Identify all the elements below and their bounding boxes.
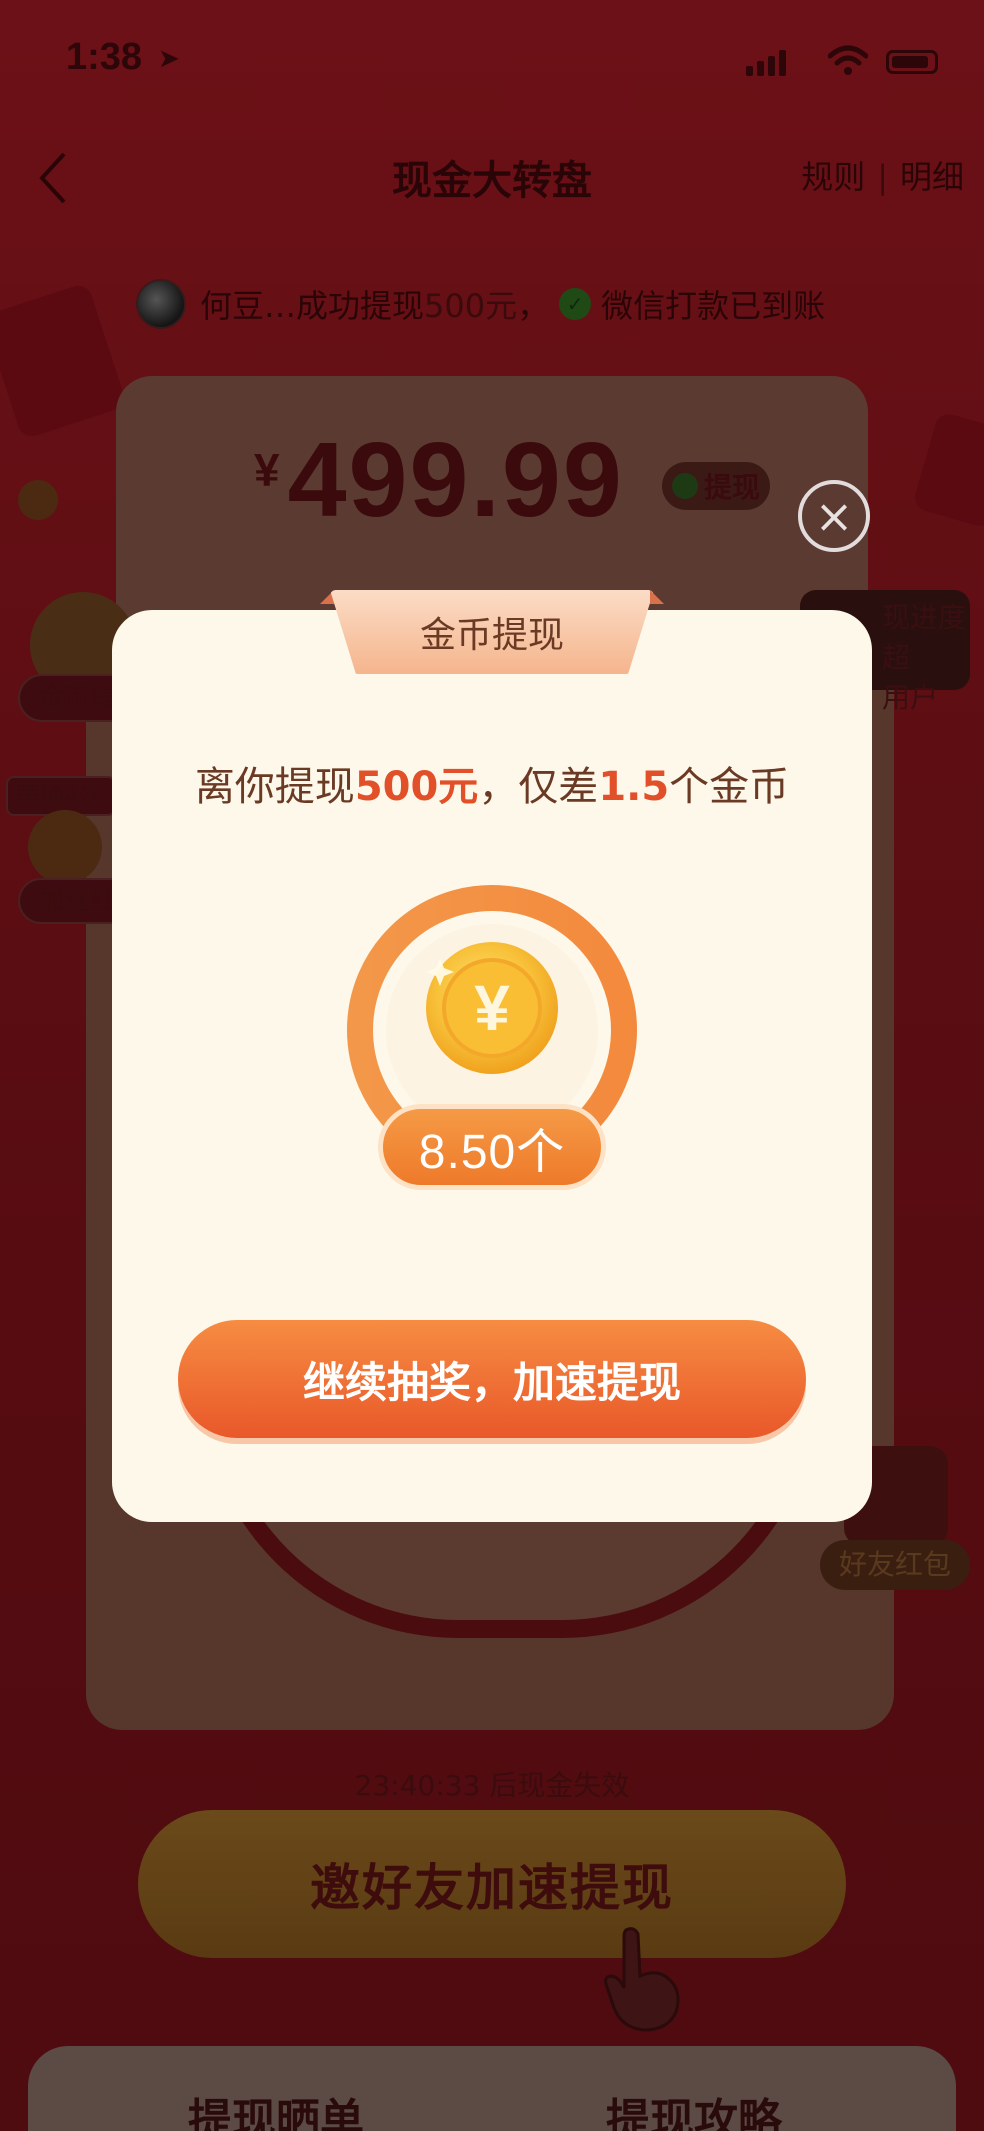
wechat-check-icon: ✓ [559,288,592,320]
withdraw-label: 提现 [703,471,760,504]
status-icons [746,44,946,84]
location-arrow-icon: ➤ [158,44,180,74]
marquee-amount: 500元 [424,287,518,325]
svg-text:¥: ¥ [474,972,510,1044]
marquee-text: 成功提现 [296,287,425,325]
wechat-icon [671,473,698,499]
tab-withdraw-guide[interactable]: 提现攻略 [606,2084,782,2131]
modal-header: 金币提现 [320,590,664,674]
screen: 1:38 ➤ 现金大转盘 规则 | 明细 何豆… 成功提现 500元 ， ✓ 微… [0,0,984,2131]
invite-friends-button[interactable]: 邀好友加速提现 [138,1810,846,1958]
close-icon[interactable]: × [798,480,870,552]
message-coins: 1.5 [598,764,670,810]
balance-value: 499.99 [287,421,624,539]
currency-symbol: ¥ [254,444,280,496]
bottom-panel [28,2046,956,2131]
modal-title: 金币提现 [419,615,564,656]
battery-icon [886,50,938,74]
withdraw-button[interactable]: 提现 [662,462,770,510]
status-time: 1:38 [66,36,143,78]
status-bar: 1:38 ➤ [0,0,984,120]
nav-separator: | [877,158,888,196]
deco-red-envelope [911,410,984,530]
deco-red-envelope [0,282,128,440]
nav-links: 规则 | 明细 [801,152,964,198]
countdown-text: 23:40:33 后现金失效 [354,1769,630,1802]
withdraw-marquee: 何豆… 成功提现 500元 ， ✓ 微信打款已到账 [136,278,825,330]
marquee-name: 何豆… [200,287,297,325]
modal-message: 离你提现500元，仅差1.5个金币 [194,764,790,810]
progress-tip-line2: 用户 [882,681,939,714]
balance-amount: ¥499.99 [254,420,624,541]
signal-icon [746,66,753,76]
speed-coin-icon [28,810,102,884]
continue-draw-button[interactable]: 继续抽奖，加速提现 [178,1320,806,1438]
progress-tip-line1: 现进度超 [882,601,967,674]
pointing-hand-icon [604,1927,680,2032]
deco-coin-icon [18,480,58,520]
wifi-icon [828,45,868,75]
gift-label: 好友红包 [820,1540,970,1590]
message-amount: 500元 [354,764,479,810]
rules-link[interactable]: 规则 [801,158,865,196]
detail-link[interactable]: 明细 [900,158,964,196]
marquee-comma: ， [517,287,550,325]
coin-count-badge: 8.50个 [378,1104,606,1190]
avatar [136,279,186,329]
marquee-wechat: 微信打款已到账 [601,287,826,325]
tab-withdraw-showcase[interactable]: 提现晒单 [188,2084,364,2131]
